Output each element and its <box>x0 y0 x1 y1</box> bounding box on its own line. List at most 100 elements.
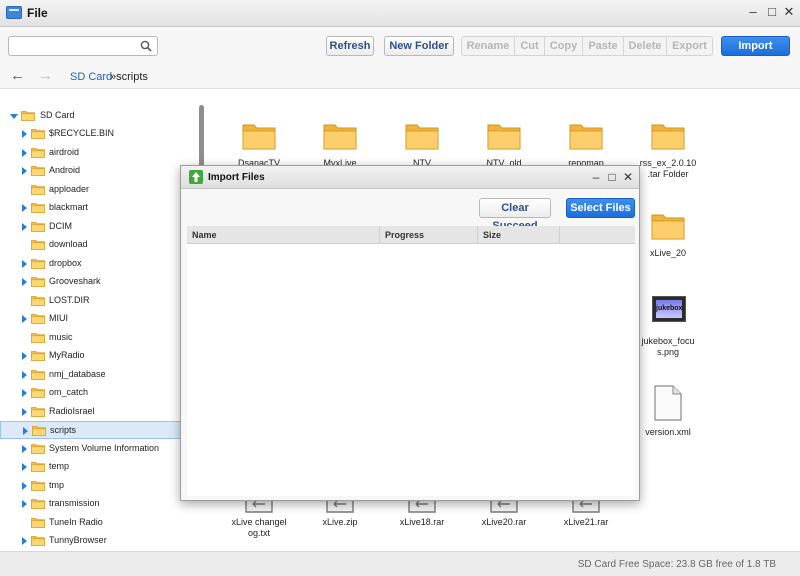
expand-arrow-icon[interactable] <box>10 114 18 119</box>
tree-item[interactable]: MyRadio <box>0 347 200 365</box>
tree-root-sd-card[interactable]: SD Card <box>0 107 200 125</box>
delete-button[interactable]: Delete <box>624 36 667 56</box>
column-divider <box>379 226 380 244</box>
search-input[interactable] <box>13 39 133 53</box>
expand-arrow-icon[interactable] <box>22 537 27 545</box>
expand-arrow-icon[interactable] <box>22 315 27 323</box>
tree-item[interactable]: RadioIsrael <box>0 403 200 421</box>
column-size[interactable]: Size <box>483 230 501 240</box>
clear-succeed-button[interactable]: Clear Succeed <box>479 198 551 232</box>
file-name: xLive21.rar <box>563 517 609 527</box>
dialog-maximize-button[interactable]: □ <box>605 169 619 185</box>
forward-arrow-icon[interactable]: → <box>38 68 53 84</box>
tree-item[interactable]: System Volume Information <box>0 440 200 458</box>
tree-item[interactable]: DCIM <box>0 218 200 236</box>
expand-arrow-icon[interactable] <box>22 389 27 397</box>
expand-arrow-icon[interactable] <box>22 352 27 360</box>
import-button[interactable]: Import <box>721 36 790 56</box>
folder-icon <box>487 122 521 153</box>
folder-icon <box>31 535 45 546</box>
file-name: xLive18.rar <box>399 517 445 527</box>
toolbar: Refresh New Folder Rename Cut Copy Paste… <box>0 27 800 65</box>
cut-button[interactable]: Cut <box>515 36 545 56</box>
expand-arrow-icon[interactable] <box>22 481 27 490</box>
tree-item[interactable]: temp <box>0 458 200 476</box>
folder-icon <box>242 122 276 153</box>
folder-icon <box>323 122 357 153</box>
expand-arrow-icon[interactable] <box>22 278 27 286</box>
folder-icon <box>31 221 45 232</box>
tree-item[interactable]: TuneIn Radio <box>0 514 200 532</box>
tree-item-label: nmj_database <box>49 368 106 379</box>
refresh-button[interactable]: Refresh <box>326 36 374 56</box>
tree-item[interactable]: $RECYCLE.BIN <box>0 125 200 143</box>
maximize-button[interactable]: □ <box>765 4 779 20</box>
tree-item-label: TunnyBrowser <box>49 535 107 545</box>
export-button[interactable]: Export <box>667 36 713 56</box>
table-header: Name Progress Size <box>187 226 635 244</box>
tree-item[interactable]: om_catch <box>0 384 200 402</box>
tree-item[interactable]: Grooveshark <box>0 273 200 291</box>
dialog-close-button[interactable]: ✕ <box>621 169 635 185</box>
copy-button[interactable]: Copy <box>545 36 583 56</box>
tree-item[interactable]: LOST.DIR <box>0 292 200 310</box>
expand-arrow-icon[interactable] <box>22 259 27 268</box>
folder-icon <box>651 212 685 243</box>
tree-item[interactable]: tmp <box>0 477 200 495</box>
tree-item[interactable]: apploader <box>0 181 200 199</box>
tree-item-label: download <box>49 239 88 249</box>
expand-arrow-icon[interactable] <box>22 148 27 157</box>
column-progress[interactable]: Progress <box>385 230 424 240</box>
folder-icon <box>31 369 45 380</box>
tree-item-label: music <box>49 331 73 342</box>
tree-item[interactable]: TunnyBrowser <box>0 532 200 550</box>
expand-arrow-icon[interactable] <box>23 427 28 435</box>
tree-item-label: LOST.DIR <box>49 294 90 305</box>
rename-button[interactable]: Rename <box>461 36 515 56</box>
search-icon[interactable] <box>140 40 152 52</box>
expand-arrow-icon[interactable] <box>22 463 27 471</box>
tree-item[interactable]: airdroid <box>0 144 200 162</box>
tree-item-label: $RECYCLE.BIN <box>49 128 115 138</box>
column-name[interactable]: Name <box>192 230 217 240</box>
folder-icon <box>405 122 439 153</box>
expand-arrow-icon[interactable] <box>22 130 27 138</box>
tree-item[interactable]: scripts <box>0 421 200 439</box>
dialog-minimize-button[interactable]: – <box>589 169 603 185</box>
tree-item[interactable]: music <box>0 329 200 347</box>
tree-item[interactable]: dropbox <box>0 255 200 273</box>
file-manager-icon <box>6 6 22 19</box>
expand-arrow-icon[interactable] <box>22 370 27 379</box>
folder-icon <box>31 387 45 398</box>
tree-item-label: DCIM <box>49 220 72 231</box>
tree-item[interactable]: blackmart <box>0 199 200 217</box>
folder-icon <box>31 128 45 139</box>
close-button[interactable]: ✕ <box>782 4 796 20</box>
expand-arrow-icon[interactable] <box>22 407 27 416</box>
tree-item[interactable]: transmission <box>0 495 200 513</box>
folder-icon <box>21 110 35 121</box>
expand-arrow-icon[interactable] <box>22 444 27 453</box>
select-files-button[interactable]: Select Files <box>566 198 635 218</box>
expand-arrow-icon[interactable] <box>22 204 27 212</box>
minimize-button[interactable]: – <box>746 4 760 20</box>
tree-item-label: tmp <box>49 479 65 490</box>
file-name: xLive.zip <box>322 517 358 527</box>
paste-button[interactable]: Paste <box>583 36 624 56</box>
file-name: jukebox_focu s.png <box>641 336 695 357</box>
folder-icon <box>31 480 45 491</box>
tree-item[interactable]: nmj_database <box>0 366 200 384</box>
expand-arrow-icon[interactable] <box>22 167 27 175</box>
expand-arrow-icon[interactable] <box>22 222 27 231</box>
folder-icon <box>31 498 45 509</box>
tree-item-label: airdroid <box>49 146 80 157</box>
tree-item[interactable]: MIUI <box>0 310 200 328</box>
tree-item[interactable]: Android <box>0 162 200 180</box>
breadcrumb-root[interactable]: SD Card <box>70 71 112 83</box>
back-arrow-icon[interactable]: ← <box>10 68 25 84</box>
new-folder-button[interactable]: New Folder <box>384 36 454 56</box>
tree-item[interactable]: download <box>0 236 200 254</box>
folder-icon <box>31 461 45 472</box>
expand-arrow-icon[interactable] <box>22 500 27 508</box>
column-divider <box>477 226 478 244</box>
